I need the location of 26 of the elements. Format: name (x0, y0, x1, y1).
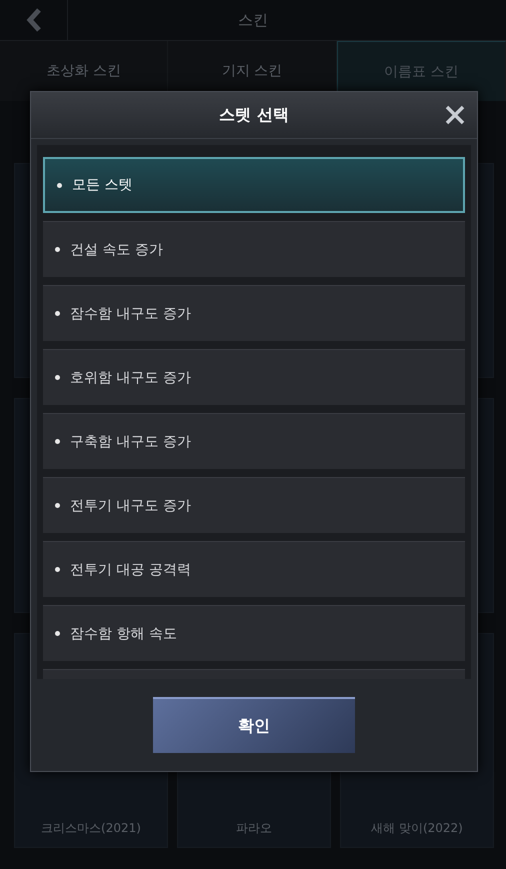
skin-name: 새해 맞이(2022) (371, 820, 463, 837)
bullet-icon (55, 247, 60, 252)
stat-option[interactable]: 모든 스텟 (43, 157, 465, 213)
close-icon (444, 104, 466, 126)
bullet-icon (55, 503, 60, 508)
list-item[interactable] (43, 669, 465, 679)
confirm-button[interactable]: 확인 (153, 697, 355, 753)
bullet-icon (55, 375, 60, 380)
bullet-icon (55, 311, 60, 316)
stat-option[interactable]: 전투기 내구도 증가 (43, 477, 465, 533)
skin-name: 크리스마스(2021) (41, 820, 141, 837)
back-icon (24, 7, 42, 33)
bullet-icon (55, 439, 60, 444)
dialog-title: 스텟 선택 (219, 104, 289, 126)
stat-option[interactable]: 잠수함 내구도 증가 (43, 285, 465, 341)
skin-name: 파라오 (236, 820, 272, 837)
stat-option[interactable]: 건설 속도 증가 (43, 221, 465, 277)
stat-option[interactable]: 전투기 대공 공격력 (43, 541, 465, 597)
close-button[interactable] (443, 103, 467, 127)
screen-title: 스킨 (237, 10, 269, 30)
bullet-icon (55, 631, 60, 636)
bullet-icon (57, 182, 62, 188)
stat-option[interactable]: 잠수함 항해 속도 (43, 605, 465, 661)
stat-option[interactable]: 호위함 내구도 증가 (43, 349, 465, 405)
bullet-icon (55, 567, 60, 572)
stat-option[interactable]: 구축함 내구도 증가 (43, 413, 465, 469)
